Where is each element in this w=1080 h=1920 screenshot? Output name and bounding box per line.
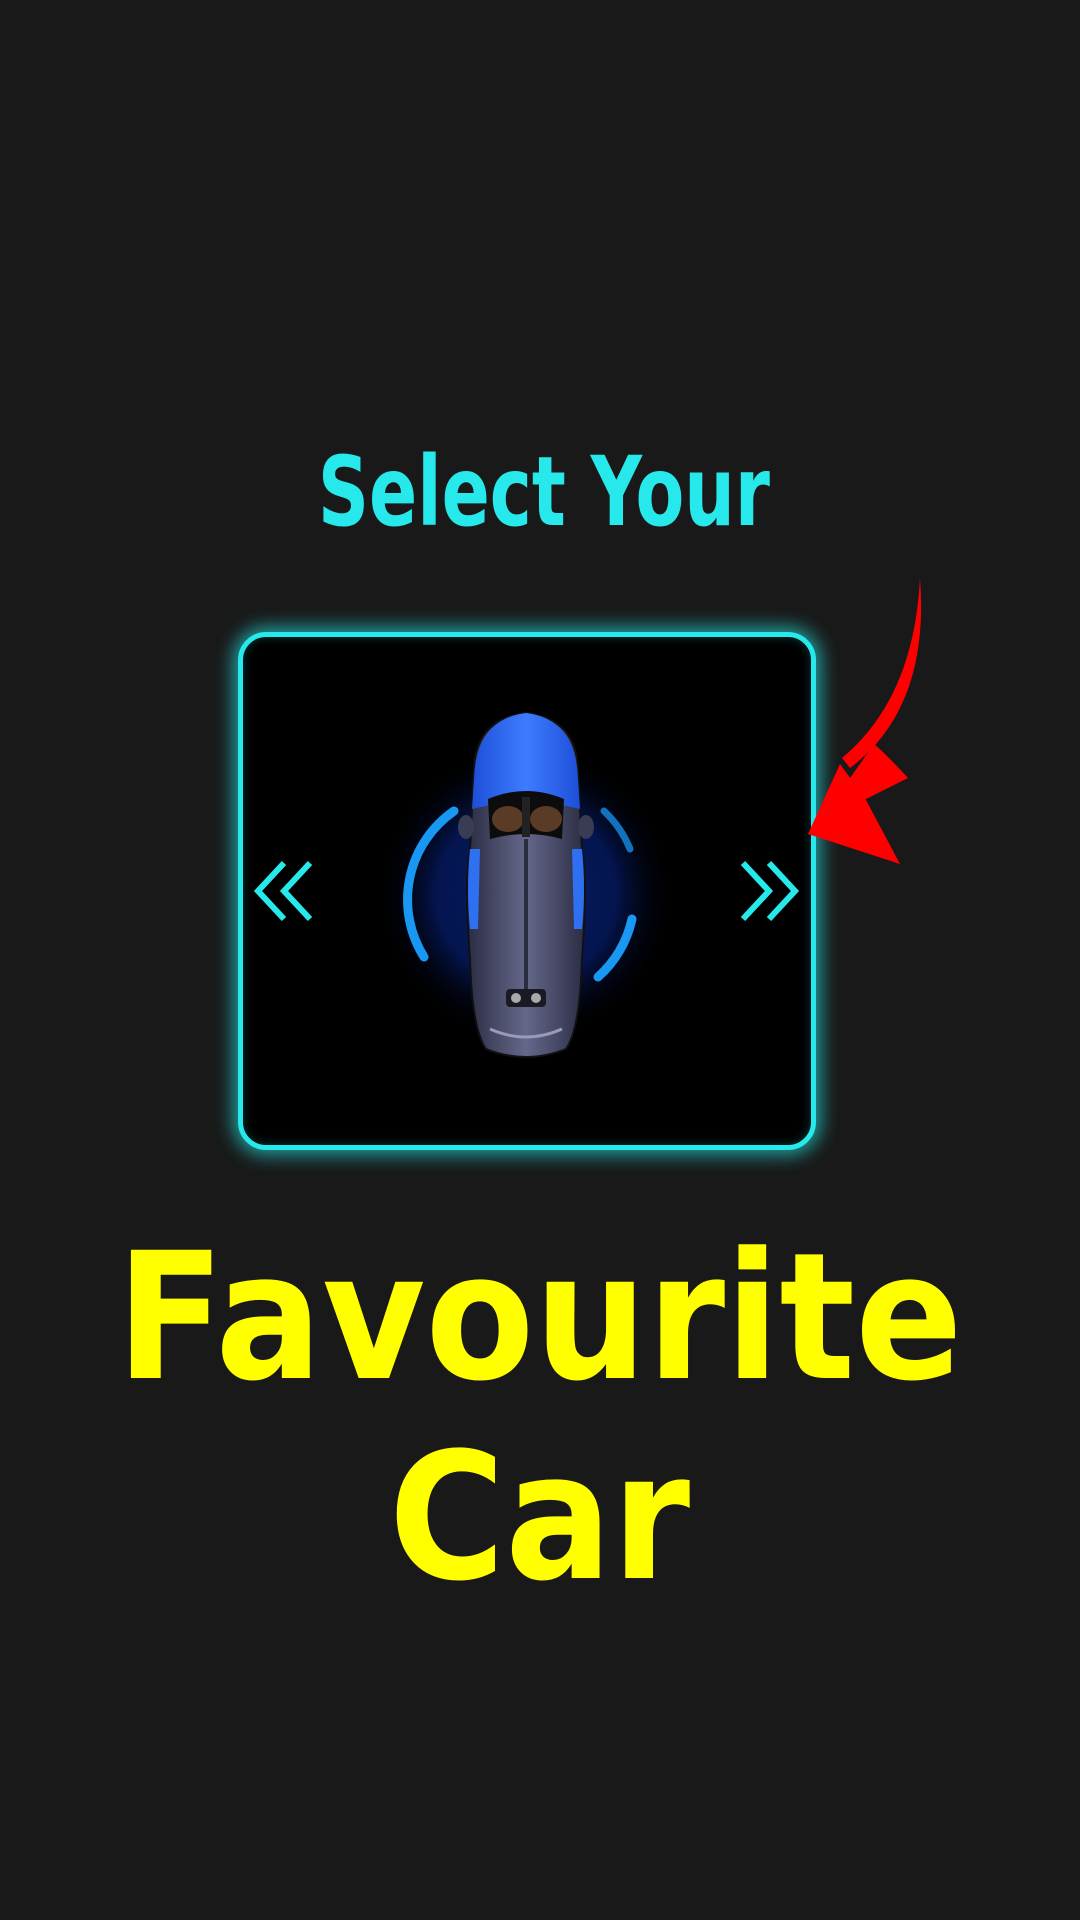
red-arrow-pointer-icon — [808, 578, 922, 864]
sports-car-image — [376, 711, 676, 1058]
car-display — [366, 699, 686, 1079]
double-chevron-left-icon — [253, 860, 313, 922]
car-select-screen: Select Your Favourite Car — [0, 0, 1080, 1920]
previous-car-button[interactable] — [248, 851, 328, 931]
heading-favourite-car: Favourite Car — [116, 1215, 963, 1620]
car-selector-card — [238, 632, 816, 1150]
heading-select-your: Select Your — [317, 436, 770, 548]
